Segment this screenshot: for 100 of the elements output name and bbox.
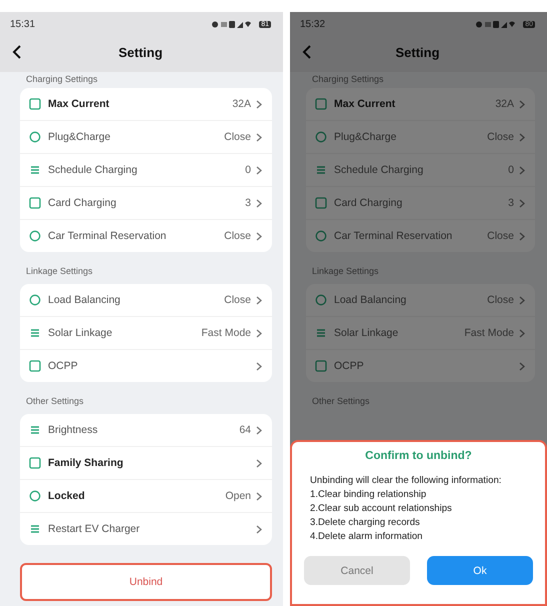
settings-row[interactable]: Plug&Charge Close bbox=[306, 120, 535, 153]
setting-icon bbox=[315, 230, 327, 242]
setting-icon bbox=[315, 164, 327, 176]
settings-row[interactable]: Locked Open bbox=[20, 479, 272, 512]
dialog-message-line: Unbinding will clear the following information: bbox=[310, 474, 502, 488]
settings-row[interactable]: Load Balancing Close bbox=[20, 284, 272, 316]
setting-icon bbox=[29, 230, 41, 242]
setting-label: Car Terminal Reservation bbox=[334, 230, 454, 242]
setting-label: Restart EV Charger bbox=[48, 523, 141, 535]
dialog-message-line: 1.Clear binding relationship bbox=[310, 488, 428, 502]
settings-row[interactable]: Restart EV Charger bbox=[20, 512, 272, 545]
chevron-icon bbox=[519, 198, 525, 208]
setting-value: Open bbox=[225, 490, 251, 502]
chevron-icon bbox=[256, 166, 262, 174]
dialog-message-line: 2.Clear sub account relationships bbox=[310, 502, 453, 516]
settings-row[interactable]: Car Terminal Reservation Close bbox=[20, 219, 272, 252]
setting-label: Card Charging bbox=[334, 197, 404, 209]
setting-icon bbox=[29, 327, 41, 339]
setting-value: Fast Mode bbox=[464, 327, 514, 339]
settings-row[interactable]: Load Balancing Close bbox=[306, 284, 535, 316]
setting-icon bbox=[29, 98, 41, 110]
chevron-icon bbox=[256, 426, 262, 434]
settings-row[interactable]: Card Charging 3 bbox=[20, 186, 272, 219]
settings-row[interactable]: Card Charging 3 bbox=[306, 186, 535, 219]
setting-icon bbox=[29, 424, 41, 436]
chevron-icon bbox=[256, 132, 262, 142]
setting-value: 32A bbox=[495, 98, 514, 110]
section-header: Other Settings bbox=[25, 395, 85, 408]
setting-label: Schedule Charging bbox=[48, 164, 138, 176]
chevron-icon bbox=[256, 232, 262, 240]
setting-icon bbox=[29, 523, 41, 535]
back-icon[interactable] bbox=[12, 45, 21, 59]
chevron-icon bbox=[256, 198, 262, 208]
chevron-icon bbox=[519, 328, 525, 338]
status-time: 15:31 bbox=[10, 18, 36, 30]
setting-label: OCPP bbox=[334, 360, 365, 372]
dialog-message-line: 3.Delete charging records bbox=[310, 516, 421, 530]
chevron-icon bbox=[256, 328, 262, 338]
setting-label: Max Current bbox=[334, 98, 396, 110]
setting-label: Load Balancing bbox=[48, 294, 122, 306]
unbind-button[interactable]: Unbind bbox=[20, 563, 272, 601]
setting-label: Brightness bbox=[48, 424, 99, 436]
setting-value: Close bbox=[224, 230, 251, 242]
setting-value: 3 bbox=[245, 197, 251, 209]
chevron-icon bbox=[519, 296, 525, 304]
setting-label: Locked bbox=[48, 490, 86, 502]
section-header: Linkage Settings bbox=[25, 265, 94, 278]
chevron-icon bbox=[519, 166, 525, 174]
chevron-icon bbox=[519, 232, 525, 240]
settings-row[interactable]: Max Current 32A bbox=[306, 88, 535, 120]
settings-row[interactable]: Brightness 64 bbox=[20, 414, 272, 446]
setting-icon bbox=[315, 131, 327, 143]
settings-row[interactable]: Car Terminal Reservation Close bbox=[306, 219, 535, 252]
setting-label: Family Sharing bbox=[48, 457, 124, 469]
settings-row[interactable]: Plug&Charge Close bbox=[20, 120, 272, 153]
settings-row[interactable]: Max Current 32A bbox=[20, 88, 272, 120]
settings-row[interactable]: OCPP bbox=[20, 349, 272, 382]
setting-label: Plug&Charge bbox=[334, 131, 398, 143]
setting-value: Close bbox=[487, 294, 514, 306]
setting-label: Card Charging bbox=[48, 197, 118, 209]
page-title: Setting bbox=[395, 44, 440, 60]
settings-row[interactable]: Solar Linkage Fast Mode bbox=[306, 316, 535, 349]
setting-value: 64 bbox=[239, 424, 251, 436]
section-header: Charging Settings bbox=[25, 73, 99, 86]
setting-label: Car Terminal Reservation bbox=[48, 230, 168, 242]
settings-row[interactable]: Schedule Charging 0 bbox=[306, 153, 535, 186]
setting-icon bbox=[29, 294, 41, 306]
setting-label: Load Balancing bbox=[334, 294, 408, 306]
chevron-icon bbox=[256, 524, 262, 534]
setting-label: Solar Linkage bbox=[334, 327, 400, 339]
section-header: Charging Settings bbox=[311, 73, 385, 86]
setting-icon bbox=[29, 490, 41, 502]
setting-icon bbox=[29, 197, 41, 209]
cancel-button[interactable]: Cancel bbox=[304, 556, 410, 585]
section-header: Other Settings bbox=[311, 395, 371, 408]
setting-icon bbox=[315, 197, 327, 209]
settings-row[interactable]: Schedule Charging 0 bbox=[20, 153, 272, 186]
setting-value: Close bbox=[224, 131, 251, 143]
settings-row[interactable]: Solar Linkage Fast Mode bbox=[20, 316, 272, 349]
chevron-icon bbox=[519, 100, 525, 108]
settings-row[interactable]: Family Sharing bbox=[20, 446, 272, 479]
setting-value: 32A bbox=[232, 98, 251, 110]
chevron-icon bbox=[256, 458, 262, 468]
setting-label: Solar Linkage bbox=[48, 327, 114, 339]
setting-icon bbox=[29, 164, 41, 176]
dialog-title: Confirm to unbind? bbox=[364, 450, 473, 462]
chevron-icon bbox=[519, 132, 525, 142]
setting-icon bbox=[29, 457, 41, 469]
setting-icon bbox=[315, 98, 327, 110]
setting-value: 0 bbox=[245, 164, 251, 176]
settings-row[interactable]: OCPP bbox=[306, 349, 535, 382]
setting-value: Close bbox=[487, 131, 514, 143]
setting-icon bbox=[315, 327, 327, 339]
status-time: 15:32 bbox=[300, 18, 326, 30]
chevron-icon bbox=[256, 492, 262, 500]
dialog-message-line: 4.Delete alarm information bbox=[310, 530, 424, 544]
setting-value: Fast Mode bbox=[201, 327, 251, 339]
setting-value: 0 bbox=[508, 164, 514, 176]
setting-label: OCPP bbox=[48, 360, 79, 372]
setting-label: Max Current bbox=[48, 98, 110, 110]
